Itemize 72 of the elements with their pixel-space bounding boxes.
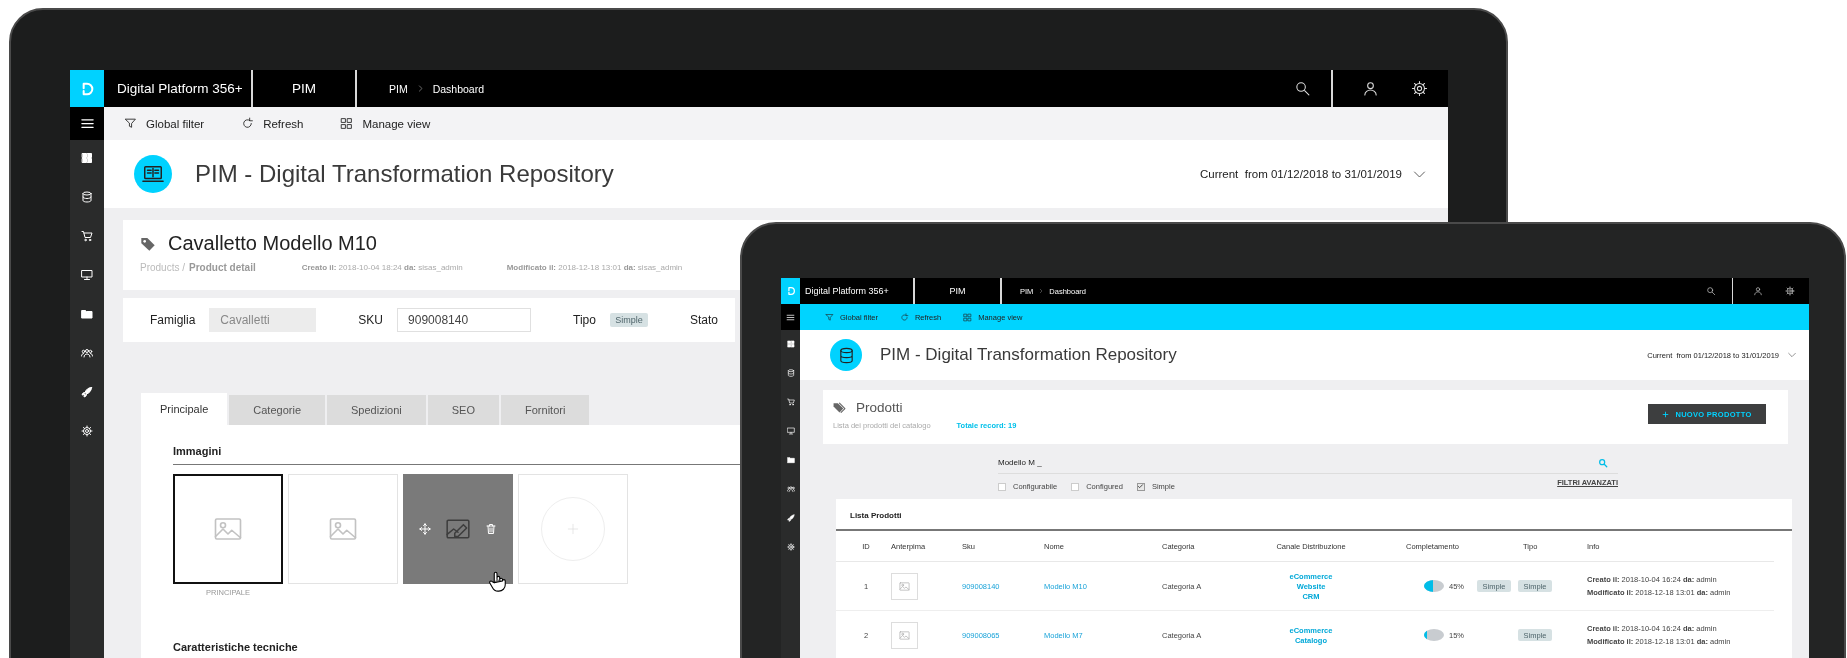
page-heading: Prodotti (856, 400, 903, 415)
checkbox[interactable] (1071, 482, 1080, 491)
user-icon[interactable] (1362, 80, 1379, 97)
search-icon[interactable] (1294, 80, 1311, 97)
rocket-icon[interactable] (786, 514, 795, 522)
checkbox[interactable] (1136, 482, 1145, 491)
tab[interactable]: Fornitori (501, 395, 590, 425)
folder-icon[interactable] (81, 308, 93, 320)
manage-view-button[interactable]: Manage view (340, 117, 431, 130)
tab[interactable]: Categorie (229, 395, 325, 425)
image-thumbnail (891, 572, 918, 600)
image-thumbnail (891, 621, 918, 649)
search-icon[interactable] (1706, 286, 1716, 296)
dashboard-icon[interactable] (786, 340, 795, 348)
field-label: SKU (358, 313, 384, 327)
menu-button[interactable] (781, 304, 800, 330)
tab[interactable]: Spedizioni (327, 395, 426, 425)
cart-icon[interactable] (786, 398, 795, 406)
grid-icon (963, 312, 973, 322)
type-badge: Simple (609, 313, 648, 327)
tag-icon (140, 235, 156, 252)
menu-icon[interactable] (786, 312, 795, 322)
checkbox[interactable] (998, 482, 1006, 491)
breadcrumb-link[interactable]: Dashboard (432, 82, 485, 95)
grid-icon (340, 117, 354, 130)
search-field[interactable]: Modello M _ (998, 452, 1618, 474)
move-icon[interactable] (419, 523, 431, 535)
refresh-button[interactable]: Refresh (241, 117, 304, 130)
settings-icon[interactable] (1785, 286, 1795, 296)
monitor-icon[interactable] (81, 269, 93, 281)
tags-icon (833, 401, 846, 414)
list-title: Lista Prodotti (849, 510, 903, 517)
page-title: PIM - Digital Transformation Repository (195, 160, 614, 188)
database-icon[interactable] (81, 191, 93, 203)
input-field[interactable]: 909008140 (397, 308, 532, 332)
field-label: Famiglia (150, 313, 196, 327)
rocket-icon[interactable] (81, 386, 93, 398)
menu-icon[interactable] (79, 116, 95, 131)
database-icon[interactable] (786, 369, 795, 377)
hand-cursor-icon (486, 569, 508, 593)
database-icon (830, 339, 862, 371)
users-icon[interactable] (81, 347, 93, 359)
tab[interactable]: SEO (427, 395, 499, 425)
dashboard-icon[interactable] (81, 152, 93, 164)
refresh-icon (241, 117, 255, 130)
product-title: Cavalletto Modello M10 (168, 232, 377, 255)
breadcrumb-current: Product detail (189, 262, 256, 273)
page-title: PIM - Digital Transformation Repository (880, 345, 1177, 365)
chevron-right-icon (1038, 288, 1045, 294)
field-label: Stato (689, 313, 718, 327)
filter-icon (825, 312, 834, 322)
period-selector[interactable]: Current from 01/12/2018 to 31/01/2019 (1199, 166, 1427, 182)
trash-icon[interactable] (485, 523, 497, 535)
chevron-down-icon (1787, 350, 1797, 360)
tab[interactable]: Principale (141, 393, 228, 425)
section-title: Caratteristiche tecniche (173, 641, 298, 653)
menu-button[interactable] (70, 107, 104, 140)
breadcrumb-link[interactable]: PIM (389, 82, 408, 95)
section-title: Immagini (173, 445, 222, 457)
record-meta: Modificato il: 2018-12-18 13:01 da: sisas_admin (506, 263, 683, 272)
cart-icon[interactable] (81, 230, 93, 242)
image-tile[interactable] (173, 474, 283, 584)
record-meta: Creato il: 2018-10-04 18:24 da: sisas_admin (301, 263, 463, 272)
filter-icon (124, 117, 137, 130)
global-filter-button[interactable]: Global filter (124, 117, 205, 130)
plus-icon (1662, 410, 1670, 418)
users-icon[interactable] (786, 485, 795, 493)
field-label: Tipo (573, 313, 596, 327)
refresh-icon (899, 312, 909, 322)
books-icon (134, 155, 172, 193)
settings-icon[interactable] (1411, 80, 1428, 97)
monitor-icon[interactable] (786, 427, 795, 435)
